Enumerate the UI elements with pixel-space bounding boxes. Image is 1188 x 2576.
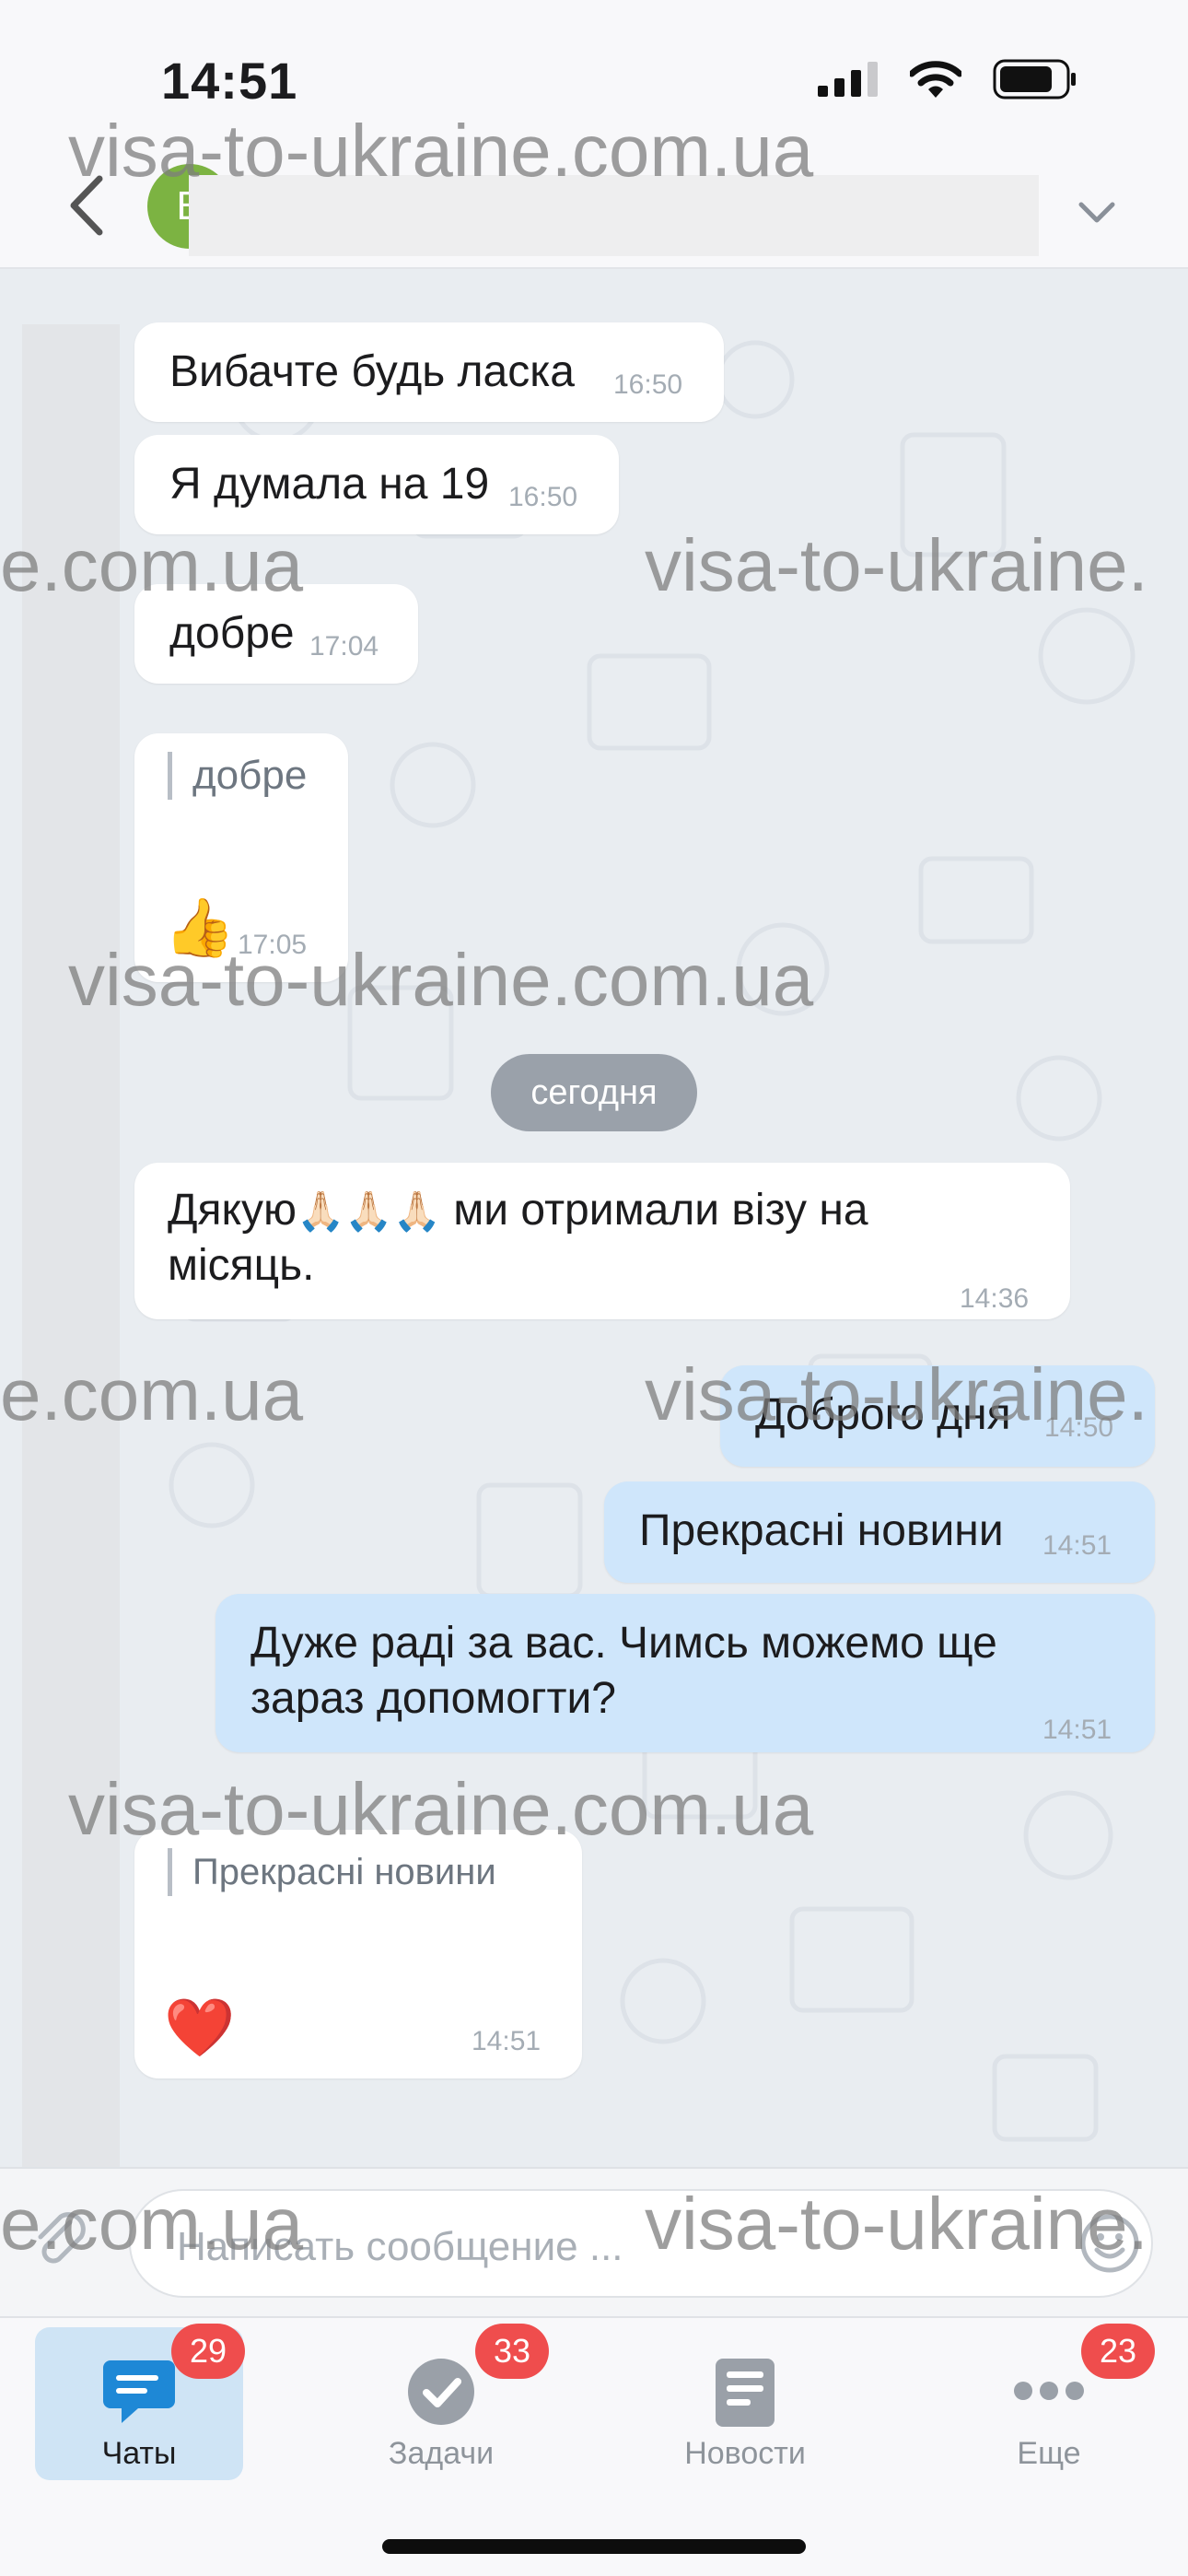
- chevron-left-icon: [70, 175, 103, 236]
- message-time: 16:50: [508, 482, 578, 512]
- navigation-header: 14:51 В: [0, 0, 1188, 269]
- quoted-message: добре: [168, 752, 307, 800]
- prayer-emoji: 🙏🏻🙏🏻🙏🏻: [297, 1188, 441, 1234]
- message-text-line2: зараз допомогти?: [250, 1674, 616, 1723]
- message-text-line2: місяць.: [168, 1241, 315, 1290]
- chat-bubble-icon: [101, 2357, 177, 2431]
- bottom-tab-bar: Чаты 29 Задачи 33 Новости Еще 23: [0, 2316, 1188, 2576]
- message-input[interactable]: Написать сообщение ...: [129, 2189, 1153, 2298]
- contact-name[interactable]: [189, 175, 1039, 256]
- message-text: добре: [169, 609, 295, 658]
- attach-button[interactable]: [33, 2209, 88, 2275]
- message-text-line1: Дякую🙏🏻🙏🏻🙏🏻 ми отримали візу на: [168, 1183, 868, 1239]
- message-time: 17:05: [238, 930, 308, 960]
- tab-label: Новости: [684, 2436, 806, 2471]
- message-text-end: ми отримали візу на: [453, 1186, 868, 1235]
- battery-icon: [993, 59, 1076, 100]
- reaction-emoji: ❤️: [164, 1994, 236, 2061]
- message-text: Вибачте будь ласка: [169, 347, 575, 396]
- tab-label: Задачи: [388, 2436, 495, 2471]
- sender-avatars-column: [22, 324, 120, 2167]
- smiley-icon: [1080, 2214, 1139, 2273]
- message-text-line1: Дуже раді за вас. Чимсь можемо ще: [250, 1619, 997, 1668]
- chat-history[interactable]: Вибачте будь ласка 16:50 Я думала на 19 …: [0, 269, 1188, 2167]
- message-time: 14:51: [1042, 1715, 1112, 1745]
- tasks-badge: 33: [475, 2324, 549, 2379]
- message-text: Доброго дня: [755, 1390, 1011, 1439]
- message-incoming-reply[interactable]: Прекрасні новини ❤️ 14:51: [134, 1830, 582, 2078]
- home-indicator: [382, 2539, 806, 2554]
- tab-label: Еще: [1017, 2436, 1081, 2471]
- message-incoming-reply[interactable]: добре 👍 17:05: [134, 733, 348, 982]
- message-incoming[interactable]: Вибачте будь ласка 16:50: [134, 322, 724, 422]
- tab-label: Чаты: [101, 2436, 177, 2471]
- emoji-button[interactable]: [1079, 2213, 1140, 2278]
- back-button[interactable]: [66, 175, 105, 240]
- paperclip-icon: [38, 2212, 86, 2264]
- header-menu-button[interactable]: [1077, 201, 1116, 229]
- message-time: 14:51: [472, 2026, 542, 2056]
- message-incoming[interactable]: Дякую🙏🏻🙏🏻🙏🏻 ми отримали візу на місяць. …: [134, 1163, 1070, 1319]
- tab-news[interactable]: Новости: [641, 2327, 849, 2480]
- date-separator: сегодня: [491, 1054, 697, 1131]
- message-time: 14:51: [1042, 1530, 1112, 1561]
- message-input-placeholder: Написать сообщение ...: [177, 2224, 623, 2269]
- message-time: 14:36: [960, 1283, 1030, 1314]
- status-icons: [818, 59, 1077, 100]
- message-text: Я думала на 19: [169, 460, 490, 509]
- newspaper-icon: [712, 2357, 778, 2433]
- check-circle-icon: [406, 2357, 476, 2431]
- message-time: 14:50: [1044, 1412, 1114, 1443]
- message-composer: Написать сообщение ...: [0, 2167, 1188, 2316]
- message-time: 16:50: [613, 369, 683, 400]
- reaction-emoji: 👍: [164, 894, 236, 961]
- message-text-start: Дякую: [168, 1186, 297, 1235]
- message-outgoing[interactable]: Дуже раді за вас. Чимсь можемо ще зараз …: [215, 1594, 1155, 1752]
- chats-badge: 29: [171, 2324, 245, 2379]
- wifi-icon: [910, 61, 961, 98]
- message-outgoing[interactable]: Прекрасні новини 14:51: [604, 1481, 1155, 1583]
- message-outgoing[interactable]: Доброго дня 14:50: [720, 1365, 1155, 1467]
- chevron-down-icon: [1078, 202, 1115, 223]
- message-text: Прекрасні новини: [639, 1506, 1004, 1555]
- status-time: 14:51: [161, 52, 298, 110]
- message-incoming[interactable]: Я думала на 19 16:50: [134, 435, 619, 534]
- more-badge: 23: [1081, 2324, 1155, 2379]
- cellular-signal-icon: [818, 62, 878, 97]
- message-time: 17:04: [309, 631, 379, 662]
- quoted-message: Прекрасні новини: [168, 1848, 496, 1896]
- message-incoming[interactable]: добре 17:04: [134, 584, 418, 684]
- more-dots-icon: [1013, 2381, 1085, 2406]
